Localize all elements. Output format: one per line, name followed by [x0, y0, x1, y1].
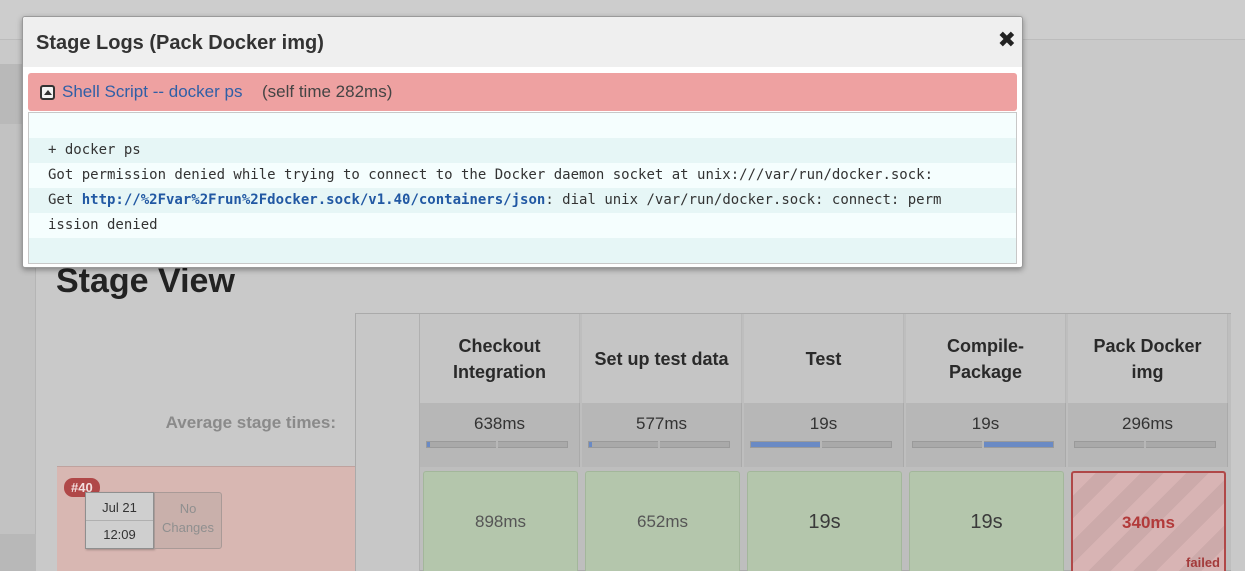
stage-header[interactable]: Checkout Integration [420, 314, 580, 403]
stage-average-time: 296ms [1121, 414, 1174, 433]
step-self-time: (self time 282ms) [262, 82, 393, 101]
step-name-link[interactable]: Shell Script -- docker ps [62, 82, 242, 102]
stage-average-bar [1074, 441, 1216, 448]
log-line [29, 238, 1016, 263]
stage-column: Pack Docker img 296ms 340ms failed [1068, 314, 1228, 571]
modal-title: Stage Logs (Pack Docker img) [36, 32, 324, 54]
stage-average: 19s [906, 403, 1066, 467]
log-step-header[interactable]: Shell Script -- docker ps (self time 282… [28, 73, 1017, 111]
stage-average-time: 19s [971, 414, 1000, 433]
stage-cell-value: 340ms [1122, 512, 1175, 532]
average-stage-times-label: Average stage times: [165, 413, 336, 432]
stage-header[interactable]: Compile-Package [906, 314, 1066, 403]
stage-average: 19s [744, 403, 904, 467]
stage-column: Set up test data 577ms 652ms [582, 314, 742, 571]
stage-cell[interactable]: 898ms [423, 471, 578, 571]
log-line: Get http://%2Fvar%2Frun%2Fdocker.sock/v1… [29, 188, 1016, 213]
stage-header[interactable]: Pack Docker img [1068, 314, 1228, 403]
stage-cell[interactable]: 19s [747, 471, 902, 571]
build-date-box[interactable]: Jul 21 12:09 [85, 492, 154, 549]
build-time: 12:09 [103, 527, 136, 542]
stage-average-bar-fill [751, 442, 820, 447]
failed-label: failed [1186, 555, 1220, 570]
stage-average-time: 19s [809, 414, 838, 433]
stage-header[interactable]: Test [744, 314, 904, 403]
stage-average: 577ms [582, 403, 742, 467]
log-output: + docker ps Got permission denied while … [28, 112, 1017, 264]
stage-cell-failed[interactable]: 340ms failed [1071, 471, 1226, 571]
stage-header[interactable]: Set up test data [582, 314, 742, 403]
close-icon[interactable]: ✖ [998, 28, 1016, 52]
stage-average: 296ms [1068, 403, 1228, 467]
side-panel-footer [0, 534, 36, 571]
stage-column: Test 19s 19s [744, 314, 904, 571]
stage-table-gutter [356, 314, 420, 571]
stage-column: Checkout Integration 638ms 898ms [420, 314, 580, 571]
log-line: ission denied [48, 217, 158, 233]
stage-column: Compile-Package 19s 19s [906, 314, 1066, 571]
stage-average-bar-fill [983, 442, 1053, 447]
changes-label[interactable]: No Changes [154, 492, 222, 549]
collapse-icon[interactable] [40, 85, 55, 100]
stage-average: 638ms [420, 403, 580, 467]
stage-average-bar [588, 441, 730, 448]
stage-average-bar [750, 441, 892, 448]
stage-average-bar [426, 441, 568, 448]
build-date: Jul 21 [86, 493, 153, 521]
stage-logs-modal: Stage Logs (Pack Docker img) ✖ Shell Scr… [22, 16, 1023, 268]
stage-average-bar [912, 441, 1054, 448]
stage-average-time: 638ms [473, 414, 526, 433]
log-line: + docker ps [29, 138, 1016, 163]
log-url-link[interactable]: http://%2Fvar%2Frun%2Fdocker.sock/v1.40/… [82, 192, 546, 208]
stage-table: Checkout Integration 638ms 898ms Set up … [355, 313, 1231, 571]
log-line: Got permission denied while trying to co… [48, 167, 934, 183]
stage-cell[interactable]: 652ms [585, 471, 740, 571]
stage-average-time: 577ms [635, 414, 688, 433]
log-text: Get [48, 192, 82, 208]
stage-average-bar-fill [427, 442, 430, 447]
stage-average-bar-fill [589, 442, 592, 447]
log-text: : dial unix /var/run/docker.sock: connec… [545, 192, 942, 208]
modal-header: Stage Logs (Pack Docker img) ✖ [23, 17, 1022, 67]
stage-cell[interactable]: 19s [909, 471, 1064, 571]
